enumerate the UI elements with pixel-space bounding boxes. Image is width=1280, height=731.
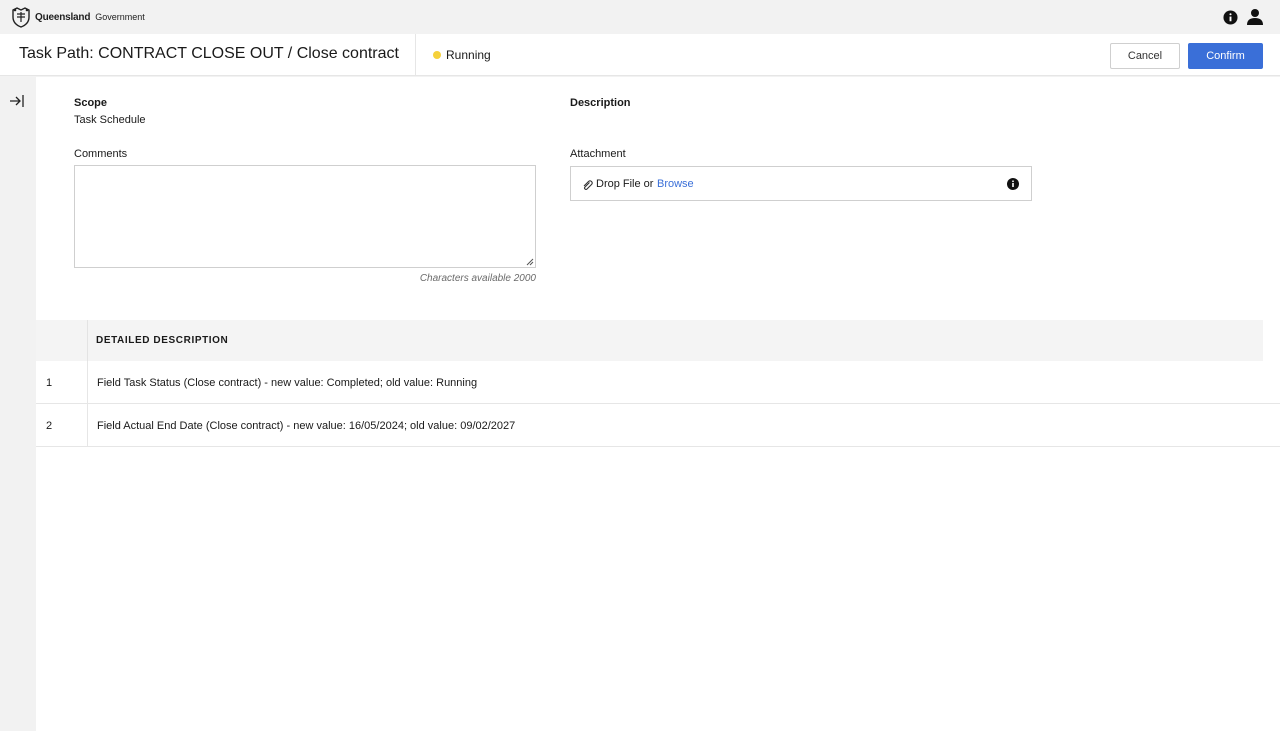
table-row[interactable]: 1 Field Task Status (Close contract) - n… [36, 361, 1280, 404]
table-row[interactable]: 2 Field Actual End Date (Close contract)… [36, 404, 1280, 447]
status-dot-icon [433, 51, 441, 59]
expand-sidebar-icon[interactable] [9, 93, 25, 109]
drop-file-text: Drop File or [596, 178, 654, 190]
row-description: Field Actual End Date (Close contract) -… [97, 420, 516, 432]
scope-value: Task Schedule [74, 114, 146, 126]
queensland-crest-icon [12, 7, 30, 28]
brand-logo[interactable]: Queensland Government [10, 6, 145, 28]
confirm-button[interactable]: Confirm [1188, 43, 1263, 69]
description-label: Description [570, 97, 631, 109]
attachment-dropzone[interactable]: Drop File or Browse [570, 166, 1032, 201]
info-icon[interactable] [1223, 9, 1238, 25]
comments-textarea[interactable] [74, 165, 536, 268]
user-icon[interactable] [1246, 8, 1264, 26]
brand-name: Queensland [35, 11, 91, 23]
main-content: Scope Task Schedule Description Comments… [36, 77, 1280, 731]
top-icons [1223, 8, 1270, 26]
page-title: Task Path: CONTRACT CLOSE OUT / Close co… [19, 45, 399, 62]
status-indicator: Running [433, 48, 491, 62]
audit-table: DETAILED DESCRIPTION 1 Field Task Status… [36, 320, 1280, 447]
top-bar: Queensland Government [0, 0, 1280, 34]
row-number: 2 [36, 404, 88, 446]
page-header: Task Path: CONTRACT CLOSE OUT / Close co… [0, 34, 1280, 76]
header-divider [415, 34, 416, 76]
characters-available: Characters available 2000 [419, 273, 536, 284]
sidebar [0, 77, 36, 731]
row-number-header [36, 320, 88, 361]
status-text: Running [446, 48, 491, 62]
scope-label: Scope [74, 97, 108, 109]
row-number: 1 [36, 361, 88, 403]
resize-handle-icon[interactable] [525, 257, 534, 266]
cancel-button[interactable]: Cancel [1110, 43, 1180, 69]
attachment-label: Attachment [570, 148, 626, 160]
brand-subname: Government [95, 12, 145, 22]
row-description: Field Task Status (Close contract) - new… [97, 377, 478, 389]
comments-label: Comments [74, 148, 128, 160]
browse-link[interactable]: Browse [657, 178, 694, 190]
paperclip-icon [583, 180, 593, 191]
info-icon[interactable] [1007, 178, 1019, 190]
detailed-description-header[interactable]: DETAILED DESCRIPTION [96, 335, 228, 346]
table-header: DETAILED DESCRIPTION [36, 320, 1263, 361]
